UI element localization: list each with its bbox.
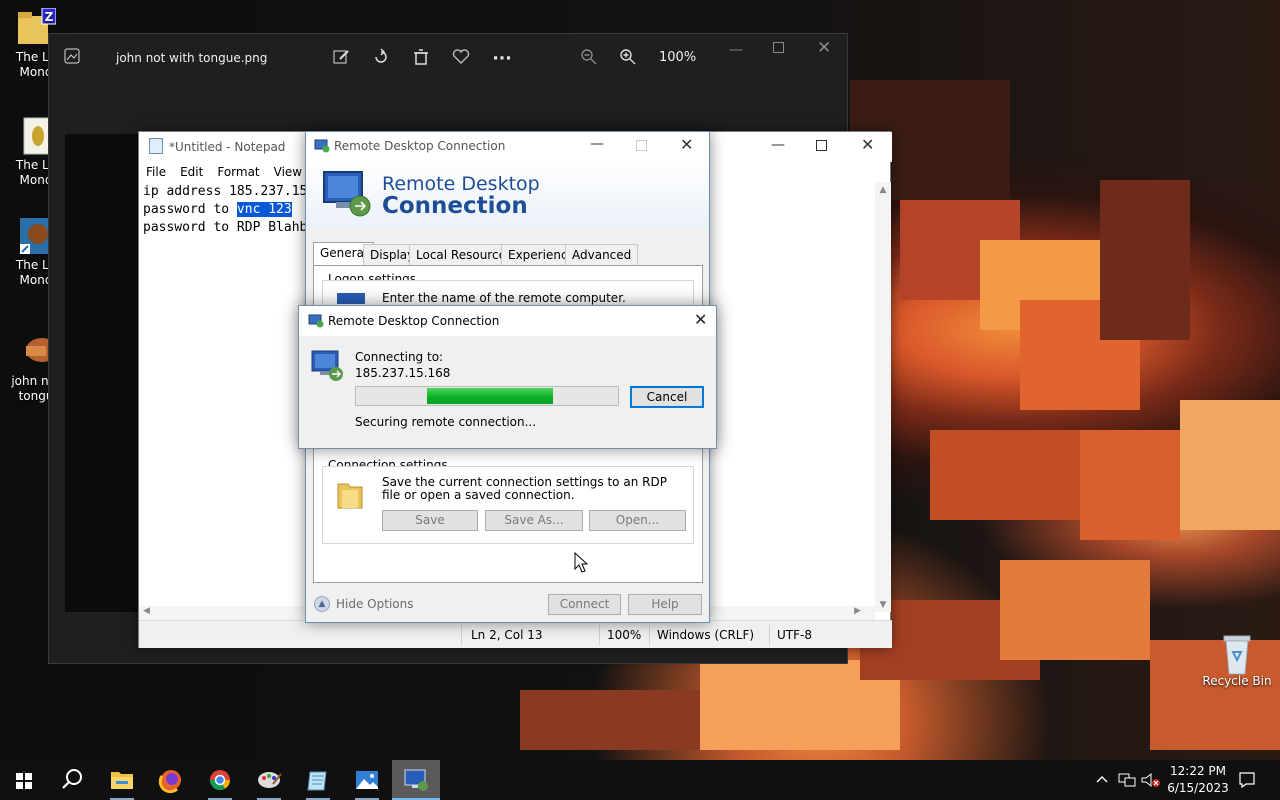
- taskbar-clock[interactable]: 12:22 PM 6/15/2023: [1162, 763, 1234, 797]
- taskbar-remote-desktop[interactable]: [392, 760, 440, 800]
- file-explorer-icon: [111, 772, 133, 789]
- notepad-app-icon: [149, 138, 163, 154]
- save-as-button[interactable]: Save As...: [485, 510, 583, 531]
- text-fragment: password to: [143, 202, 237, 217]
- connecting-dialog[interactable]: Remote Desktop Connection ✕ Connecting t…: [298, 305, 717, 449]
- selected-text: vnc 123: [236, 202, 292, 217]
- rdc-small-icon: [308, 314, 324, 331]
- cancel-button[interactable]: Cancel: [630, 386, 704, 408]
- menu-format[interactable]: Format: [217, 165, 259, 179]
- notepad-zoom: 100%: [607, 628, 642, 642]
- network-icon[interactable]: [1118, 772, 1136, 791]
- progress-fill: [427, 388, 553, 404]
- clock-time: 12:22 PM: [1170, 764, 1226, 778]
- rdc-app-icon: [314, 139, 330, 153]
- line-ending: Windows (CRLF): [657, 628, 755, 642]
- connect-button[interactable]: Connect: [548, 594, 621, 615]
- zoom-out-icon[interactable]: [578, 48, 600, 70]
- connecting-monitor-icon: [311, 350, 345, 385]
- notepad-close-icon[interactable]: ✕: [861, 135, 874, 154]
- photos-icon: [356, 771, 378, 789]
- favorite-heart-icon[interactable]: [450, 48, 472, 70]
- folder-icon: [336, 478, 364, 513]
- notepad-title: *Untitled - Notepad: [169, 140, 286, 154]
- help-button[interactable]: Help: [628, 594, 702, 615]
- rdc-close-icon[interactable]: ✕: [680, 135, 693, 154]
- rdc-title: Remote Desktop Connection: [334, 139, 506, 153]
- chrome-icon: [210, 770, 230, 790]
- banner-line-2: Connection: [382, 193, 528, 219]
- text-line: ip address 185.237.15: [143, 184, 308, 199]
- taskbar-firefox[interactable]: [147, 760, 195, 800]
- rdc-banner: Remote Desktop Connection: [306, 160, 709, 228]
- zoom-in-icon[interactable]: [617, 48, 639, 70]
- notifications-icon[interactable]: [1238, 771, 1256, 792]
- connecting-title: Remote Desktop Connection: [328, 314, 500, 328]
- photos-filename: john not with tongue.png: [116, 51, 268, 65]
- rdc-titlebar: Remote Desktop Connection — ✕: [306, 132, 709, 160]
- logon-instruction: Enter the name of the remote computer.: [382, 291, 626, 305]
- taskbar-chrome[interactable]: [196, 760, 244, 800]
- open-button[interactable]: Open...: [589, 510, 686, 531]
- connecting-to-label: Connecting to:: [355, 350, 444, 364]
- connection-status: Securing remote connection...: [355, 415, 537, 429]
- svg-text:Z: Z: [45, 10, 54, 24]
- taskbar-photos[interactable]: [343, 760, 391, 800]
- notepad-statusbar: Ln 2, Col 13 100% Windows (CRLF) UTF-8: [139, 620, 892, 648]
- show-hidden-icons-chevron-icon[interactable]: [1096, 773, 1108, 787]
- mouse-cursor-icon: [574, 551, 589, 577]
- firefox-icon: [158, 770, 181, 794]
- notepad-icon: [307, 771, 327, 791]
- delete-icon[interactable]: [410, 48, 432, 70]
- clock-date: 6/15/2023: [1167, 781, 1229, 795]
- taskbar-file-explorer[interactable]: [98, 760, 146, 800]
- text-line: password to RDP Blahb: [143, 220, 308, 235]
- hide-options-chevron-icon[interactable]: ▲: [314, 596, 330, 612]
- search-icon: [62, 769, 82, 789]
- desktop-icon-recycle-bin[interactable]: Recycle Bin: [1200, 632, 1274, 689]
- taskbar-paint[interactable]: [245, 760, 293, 800]
- text-line: password to vnc 123: [143, 201, 307, 219]
- windows-logo-icon: [16, 773, 32, 789]
- cursor-position: Ln 2, Col 13: [471, 628, 543, 642]
- rotate-icon[interactable]: [370, 48, 392, 70]
- menu-view[interactable]: View: [274, 165, 302, 179]
- remote-desktop-icon: [404, 769, 428, 791]
- search-button[interactable]: [48, 760, 96, 800]
- photos-toolbar: john not with tongue.png ··· 100% — ✕: [49, 34, 849, 82]
- notepad-maximize-icon[interactable]: [816, 140, 827, 151]
- connecting-titlebar: Remote Desktop Connection ✕: [299, 306, 716, 336]
- volume-muted-icon[interactable]: [1141, 772, 1161, 791]
- taskbar: [0, 760, 1280, 800]
- menu-file[interactable]: File: [146, 165, 166, 179]
- connection-description: Save the current connection settings to …: [382, 475, 667, 502]
- edit-image-icon[interactable]: [330, 48, 352, 70]
- minimize-icon[interactable]: —: [729, 42, 743, 58]
- rdc-minimize-icon[interactable]: —: [590, 136, 604, 152]
- notepad-text-area[interactable]: ip address 185.237.15 password to vnc 123…: [143, 183, 307, 237]
- connection-progress-bar: [355, 386, 619, 406]
- tab-advanced[interactable]: Advanced: [565, 244, 639, 265]
- hide-options-link[interactable]: Hide Options: [336, 597, 413, 611]
- desktop-icon-label: Recycle Bin: [1202, 674, 1272, 688]
- start-button[interactable]: [0, 760, 48, 800]
- close-icon[interactable]: ✕: [817, 38, 831, 58]
- encoding: UTF-8: [777, 628, 812, 642]
- more-options-icon[interactable]: ···: [491, 48, 513, 70]
- menu-edit[interactable]: Edit: [180, 165, 203, 179]
- vertical-scrollbar[interactable]: ▲ ▼: [875, 182, 891, 612]
- connecting-host: 185.237.15.168: [355, 366, 451, 380]
- zoom-level: 100%: [659, 50, 697, 65]
- rdc-maximize-icon: [636, 140, 647, 151]
- photos-app-icon: [61, 48, 83, 70]
- notepad-minimize-icon[interactable]: —: [771, 137, 785, 153]
- paint-palette-icon: [258, 772, 282, 788]
- save-button[interactable]: Save: [382, 510, 478, 531]
- maximize-icon[interactable]: [773, 42, 784, 53]
- remote-monitor-icon: [322, 170, 372, 221]
- taskbar-notepad[interactable]: [294, 760, 342, 800]
- recycle-bin-icon: [1217, 632, 1257, 675]
- connecting-close-icon[interactable]: ✕: [694, 310, 707, 329]
- banner-line-1: Remote Desktop: [382, 173, 540, 195]
